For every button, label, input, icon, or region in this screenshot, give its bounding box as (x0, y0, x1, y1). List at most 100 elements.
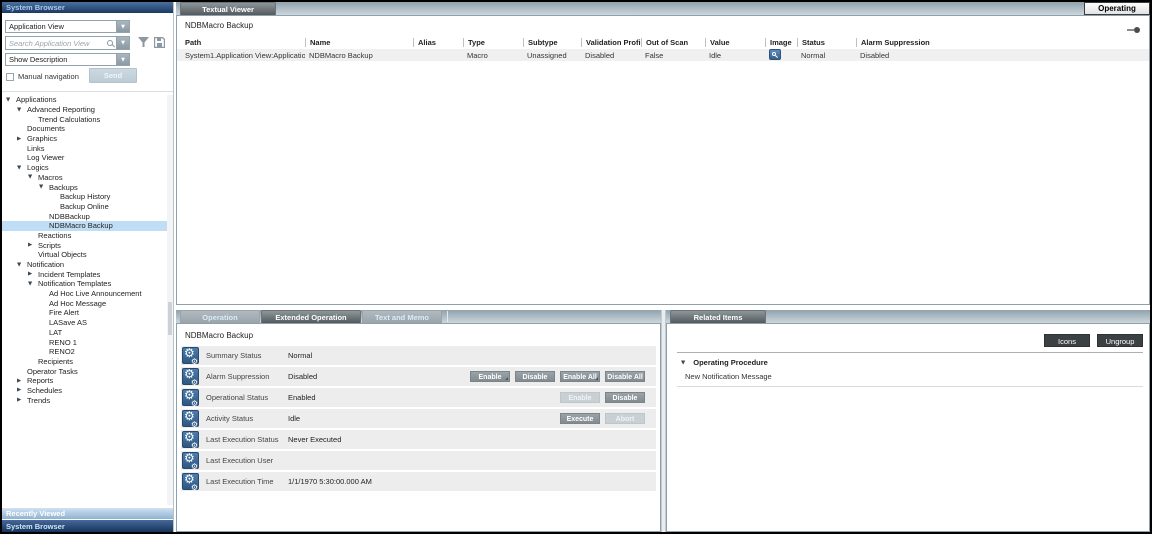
tree-item-label: Operator Tasks (27, 367, 78, 376)
chevron-down-icon[interactable]: ▼ (116, 37, 129, 49)
property-value: 1/1/1970 5:30:00.000 AM (288, 477, 656, 486)
tree-item-ndbbackup[interactable]: NDBBackup (2, 211, 167, 221)
tab-operation[interactable]: Operation (180, 310, 260, 323)
enable-button[interactable]: Enable (470, 371, 510, 382)
expanded-icon[interactable]: ▼ (28, 174, 38, 180)
tab-text-and-memo[interactable]: Text and Memo (362, 310, 442, 323)
tree-item-ndbmacro-backup[interactable]: NDBMacro Backup (2, 221, 167, 231)
column-header-validation-profile[interactable]: Validation Profile (581, 38, 641, 47)
collapsed-icon[interactable]: ▶ (17, 397, 27, 403)
tree-item-reno2[interactable]: RENO2 (2, 347, 167, 357)
description-selector[interactable]: Show Description ▼ (5, 53, 130, 66)
execute-button[interactable]: Execute (560, 413, 600, 424)
system-browser-bar[interactable]: System Browser (2, 519, 173, 532)
collapsed-icon[interactable]: ▶ (17, 387, 27, 393)
table-row[interactable]: System1.Application View:Applicatio...ND… (177, 49, 1149, 61)
collapsed-icon[interactable]: ▶ (28, 271, 38, 277)
tree-item-notification-templates[interactable]: ▼Notification Templates (2, 279, 167, 289)
tree-item-scripts[interactable]: ▶Scripts (2, 240, 167, 250)
magnifier-icon[interactable] (769, 49, 781, 60)
disable-button[interactable]: Disable (605, 392, 645, 403)
tree-item-links[interactable]: Links (2, 143, 167, 153)
expanded-icon[interactable]: ▼ (28, 281, 38, 287)
filter-icon[interactable] (138, 37, 149, 48)
tree-item-ad-hoc-live-announcement[interactable]: Ad Hoc Live Announcement (2, 289, 167, 299)
tab-textual-viewer[interactable]: Textual Viewer (180, 2, 276, 15)
tree-scrollbar[interactable] (167, 95, 173, 505)
property-label: Last Execution Status (206, 435, 288, 444)
tree-item-notification[interactable]: ▼Notification (2, 260, 167, 270)
tree-item-virtual-objects[interactable]: Virtual Objects (2, 250, 167, 260)
manual-navigation-label: Manual navigation (18, 72, 79, 81)
tree-item-schedules[interactable]: ▶Schedules (2, 386, 167, 396)
tree-item-logics[interactable]: ▼Logics (2, 163, 167, 173)
tab-related-items[interactable]: Related Items (670, 310, 766, 323)
disable-button[interactable]: Disable (515, 371, 555, 382)
tree-item-label: Notification (27, 260, 64, 269)
tree-item-recipients[interactable]: Recipients (2, 357, 167, 367)
operating-procedure-group[interactable]: ▼ Operating Procedure (681, 358, 768, 367)
manual-navigation-checkbox[interactable] (6, 73, 14, 81)
tree-item-lat[interactable]: LAT (2, 328, 167, 338)
enable-all-button[interactable]: Enable All (560, 371, 600, 382)
column-header-type[interactable]: Type (463, 38, 523, 47)
operating-button[interactable]: Operating (1084, 2, 1150, 15)
tree-item-applications[interactable]: ▼Applications (2, 95, 167, 105)
expanded-icon[interactable]: ▼ (17, 262, 27, 268)
collapsed-icon[interactable]: ▶ (17, 378, 27, 384)
property-value: Idle (288, 414, 560, 423)
property-label: Last Execution User (206, 456, 288, 465)
search-input[interactable]: Search Application View ▼ (5, 36, 130, 50)
tree-item-documents[interactable]: Documents (2, 124, 167, 134)
tab-extended-operation[interactable]: Extended Operation (261, 310, 361, 323)
save-icon[interactable] (154, 37, 165, 48)
chevron-down-icon[interactable]: ▼ (116, 54, 129, 65)
tree-item-advanced-reporting[interactable]: ▼Advanced Reporting (2, 105, 167, 115)
tree-item-graphics[interactable]: ▶Graphics (2, 134, 167, 144)
gear-icon: ⚙⚙ (182, 431, 199, 448)
tree-item-fire-alert[interactable]: Fire Alert (2, 308, 167, 318)
icons-button[interactable]: Icons (1044, 334, 1090, 347)
tree-scrollbar-thumb[interactable] (168, 302, 172, 335)
collapse-icon[interactable]: ▼ (681, 360, 685, 366)
tree-item-reno-1[interactable]: RENO 1 (2, 337, 167, 347)
tree-item-backups[interactable]: ▼Backups (2, 182, 167, 192)
column-header-image[interactable]: Image (765, 38, 797, 47)
column-header-out-of-scan[interactable]: Out of Scan (641, 38, 705, 47)
expanded-icon[interactable]: ▼ (17, 165, 27, 171)
tree-item-backup-online[interactable]: Backup Online (2, 202, 167, 212)
collapsed-icon[interactable]: ▶ (17, 136, 27, 142)
tree-item-lasave-as[interactable]: LASave AS (2, 318, 167, 328)
tree-item-trend-calculations[interactable]: Trend Calculations (2, 114, 167, 124)
chevron-down-icon[interactable]: ▼ (116, 21, 129, 32)
tree-item-reports[interactable]: ▶Reports (2, 376, 167, 386)
disable-all-button[interactable]: Disable All (605, 371, 645, 382)
expanded-icon[interactable]: ▼ (39, 184, 49, 190)
tree-item-reactions[interactable]: Reactions (2, 231, 167, 241)
tree-item-log-viewer[interactable]: Log Viewer (2, 153, 167, 163)
pin-icon[interactable] (1127, 27, 1141, 33)
column-header-status[interactable]: Status (797, 38, 856, 47)
ungroup-button[interactable]: Ungroup (1097, 334, 1143, 347)
collapsed-icon[interactable]: ▶ (28, 242, 38, 248)
tree-item-ad-hoc-message[interactable]: Ad Hoc Message (2, 298, 167, 308)
expanded-icon[interactable]: ▼ (17, 107, 27, 113)
related-item-link[interactable]: New Notification Message (685, 372, 772, 381)
column-header-alarm-suppression[interactable]: Alarm Suppression (856, 38, 1149, 47)
app-window: System Browser Application View ▼ Search… (0, 0, 1152, 534)
column-header-value[interactable]: Value (705, 38, 765, 47)
expanded-icon[interactable]: ▼ (6, 97, 16, 103)
property-value: Normal (288, 351, 656, 360)
view-selector[interactable]: Application View ▼ (5, 20, 130, 33)
column-header-subtype[interactable]: Subtype (523, 38, 581, 47)
tree-item-operator-tasks[interactable]: Operator Tasks (2, 366, 167, 376)
recently-viewed-bar[interactable]: Recently Viewed (2, 507, 173, 519)
tree-item-macros[interactable]: ▼Macros (2, 173, 167, 183)
column-header-name[interactable]: Name (305, 38, 413, 47)
column-header-path[interactable]: Path (181, 38, 305, 47)
column-header-alias[interactable]: Alias (413, 38, 463, 47)
tree-item-incident-templates[interactable]: ▶Incident Templates (2, 269, 167, 279)
tree-item-backup-history[interactable]: Backup History (2, 192, 167, 202)
send-button[interactable]: Send (89, 68, 137, 83)
tree-item-trends[interactable]: ▶Trends (2, 395, 167, 405)
